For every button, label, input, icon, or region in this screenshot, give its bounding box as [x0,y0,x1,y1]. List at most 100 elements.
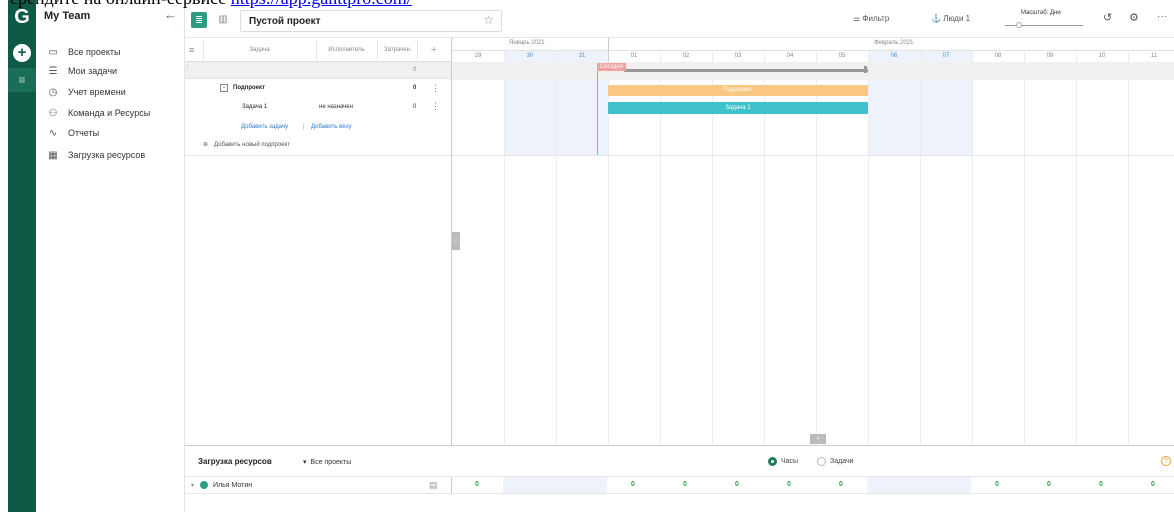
resource-project-filter[interactable]: ▾ Все проекты [303,458,351,466]
resource-row[interactable]: ▾ Илья Мотин ▤ 0000000000 [185,476,1174,494]
day-gridline [1076,50,1077,445]
dropdown-arrow-icon: ▾ [303,459,307,466]
people-label: Люди [943,14,964,23]
grid-resize-handle[interactable]: ‹ [452,232,460,250]
column-task[interactable]: Задача [203,47,316,53]
history-icon[interactable]: ↺ [1103,11,1112,24]
day-label: 08 [994,53,1002,59]
resource-cell[interactable]: 0 [1127,481,1174,488]
add-links-row: Добавить задачу | Добавить веху [185,121,451,137]
day-gridline [972,50,973,445]
day-label: 03 [734,53,742,59]
day-label: 10 [1098,53,1106,59]
resource-cell[interactable]: 0 [815,481,867,488]
day-gridline [504,50,505,445]
resource-cell[interactable]: 0 [711,481,763,488]
app-logo[interactable]: G [11,6,33,28]
sidebar-item-label: Отчеты [68,128,100,138]
day-label: 01 [630,53,638,59]
grid-settings-icon[interactable]: ≡ [189,45,194,55]
sidebar-item[interactable]: ▦ Загрузка ресурсов [46,147,145,163]
subproject-row[interactable]: − Подпроект 0 ⋮ [185,83,451,99]
add-subproject-row[interactable]: ⊕ Добавить новый подпроект [185,139,451,155]
avatar [200,481,209,489]
more-icon[interactable]: ··· [1157,11,1167,22]
resource-cell[interactable]: 0 [451,481,503,488]
zoom-label: Масштаб: Дни [1021,10,1061,16]
gantt-chart[interactable]: Январь 2021 Февраль 2021 29 30 31 01 02 03 04 0… [451,38,1174,445]
sidebar-item[interactable]: ▭ Все проекты [46,44,120,60]
column-cost[interactable]: Затрачен [377,47,417,53]
zoom-slider-knob[interactable] [1016,22,1022,28]
task-bar[interactable]: Задача 1 [608,102,868,114]
resource-cell[interactable]: 0 [607,481,659,488]
radio-hours[interactable]: Часы [768,457,798,466]
day-label: 09 [1046,53,1054,59]
month-label: Январь 2021 [509,40,545,46]
filter-button[interactable]: ⚌ Фильтр [853,14,889,23]
drag-handle-icon[interactable]: ⁞ [187,65,189,71]
project-selector[interactable]: Пустой проект ☆ [240,10,502,32]
expand-arrow-icon[interactable]: ▾ [191,482,194,489]
sidebar-item[interactable]: ◷ Учет времени [46,84,126,100]
day-gridline [920,50,921,445]
filter-icon: ⚌ [853,14,861,23]
settings-icon[interactable]: ⚙ [1129,11,1139,24]
gantt-view-button[interactable]: ≣ [191,12,207,28]
board-view-button[interactable]: ▥ [215,12,231,28]
radio-tasks-dot [817,457,826,466]
sidebar-item[interactable]: ∿ Отчеты [46,125,99,141]
ganttpro-link[interactable]: https://app.ganttpro.com/ [231,0,412,8]
task-assignee[interactable]: не назначен [319,104,353,110]
people-icon: ⚓ [931,14,941,23]
resource-cell[interactable]: 0 [1023,481,1075,488]
resource-cell[interactable]: 0 [659,481,711,488]
day-label: 02 [682,53,690,59]
add-milestone-link[interactable]: Добавить веху [311,124,352,130]
help-icon[interactable]: ? [1161,456,1171,466]
today-line [597,64,598,155]
row-menu-icon[interactable]: ⋮ [431,83,440,94]
sidebar-item-label: Учет времени [68,87,126,97]
people-button[interactable]: ⚓ Люди 1 [931,14,970,23]
day-gridline [1024,50,1025,445]
row-menu-icon[interactable]: ⋮ [431,101,440,112]
star-icon[interactable]: ☆ [483,13,494,27]
folder-icon: ▭ [48,46,58,58]
team-name[interactable]: My Team [44,10,90,22]
project-summary-bar[interactable] [624,69,868,72]
add-subproject-link[interactable]: Добавить новый подпроект [214,142,290,148]
task-value: 0 [413,104,417,110]
column-assignee[interactable]: Исполнитель [316,47,377,53]
people-count: 1 [965,14,971,23]
radio-tasks[interactable]: Задачи [817,457,854,466]
day-label: 30 [526,53,534,59]
add-task-link[interactable]: Добавить задачу [241,124,288,130]
resource-cell[interactable]: 0 [763,481,815,488]
task-row[interactable]: Задача 1 не назначен 0 ⋮ [185,101,451,117]
menu-icon[interactable]: ≡ [8,68,36,92]
subproject-bar[interactable]: Подпроект [608,85,868,96]
collapse-sidebar-icon[interactable]: ← [164,7,177,22]
resource-cell[interactable]: 0 [971,481,1023,488]
panel-resize-handle[interactable]: ▿ [810,434,826,444]
collapse-icon[interactable]: − [220,84,228,92]
weekend-cell [503,477,555,493]
filter-label: Фильтр [862,14,890,23]
radio-hours-label: Часы [781,458,799,465]
resource-user[interactable]: ▾ Илья Мотин [191,481,252,489]
create-button[interactable]: + [13,44,31,62]
resource-cell[interactable]: 0 [1075,481,1127,488]
weekend-cell [555,477,607,493]
calendar-icon[interactable]: ▤ [429,480,438,491]
sidebar-item-label: Мои задачи [68,66,118,76]
day-label: 06 [890,53,898,59]
add-column-icon[interactable]: + [417,44,451,56]
day-gridline [556,50,557,445]
project-row[interactable]: ⁞ 0 [185,62,451,79]
toolbar: ≣ ▥ Пустой проект ☆ ⚌ Фильтр ⚓ Люди 1 Ма… [185,8,1174,38]
sidebar-item[interactable]: ☰ Мои задачи [46,63,118,79]
sidebar-item[interactable]: ⚇ Команда и Ресурсы [46,105,151,121]
clock-icon: ◷ [48,86,58,98]
add-circle-icon: ⊕ [203,142,209,148]
